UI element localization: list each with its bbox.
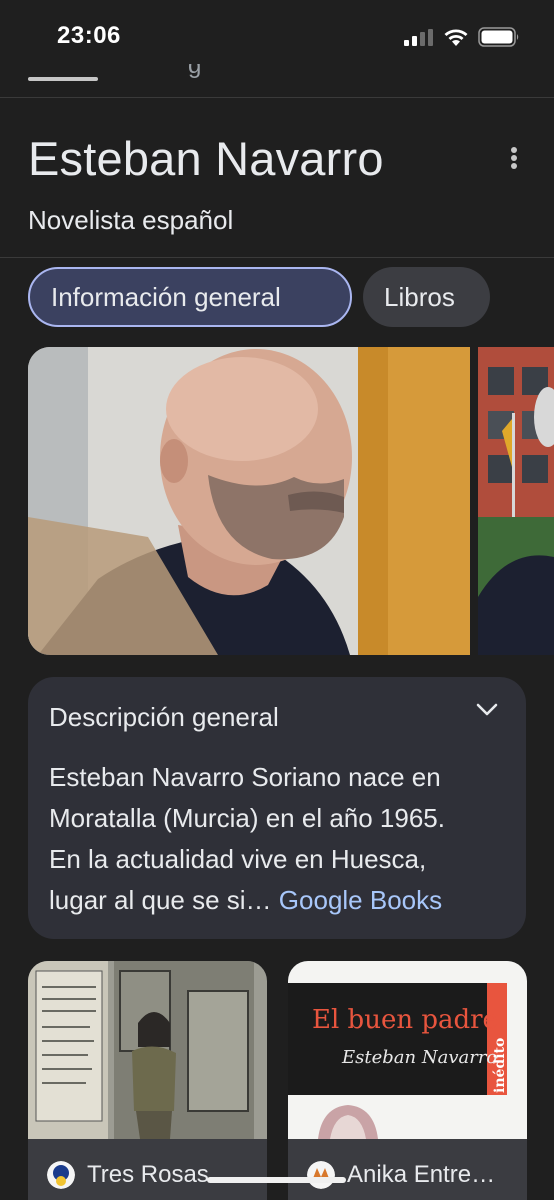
battery-icon — [478, 27, 519, 47]
tab-partial[interactable]: g — [188, 64, 201, 80]
signal-icon — [404, 29, 433, 46]
entity-subtitle: Novelista español — [28, 205, 234, 235]
source-avatar-icon — [47, 1161, 75, 1189]
cover-author: Esteban Navarro — [342, 1047, 498, 1068]
book-cover — [28, 961, 267, 1139]
description-line: Moratalla (Murcia) en el año 1965. — [49, 803, 445, 833]
wifi-icon — [444, 29, 468, 46]
book-card[interactable]: El buen padre Esteban Navarro inédito An… — [288, 961, 527, 1200]
tab-active-indicator — [28, 77, 98, 81]
cover-art — [318, 1105, 378, 1139]
carousel-photo-2[interactable] — [478, 347, 554, 655]
cover-title: El buen padre — [312, 1005, 498, 1035]
description-card[interactable]: Descripción general Esteban Navarro Sori… — [28, 677, 526, 939]
more-vert-icon[interactable] — [500, 140, 528, 176]
book-footer: Tres Rosas — [28, 1139, 267, 1200]
book-label: Tres Rosas — [87, 1161, 209, 1188]
book-footer: Anika Entre… — [288, 1139, 527, 1200]
cover-band — [288, 983, 498, 1095]
divider — [0, 97, 554, 98]
description-line: En la actualidad vive en Huesca, — [49, 844, 427, 874]
description-last-line: lugar al que se si… Google Books — [49, 880, 519, 921]
author-photo[interactable] — [28, 347, 470, 655]
cover-badge: inédito — [492, 1037, 508, 1093]
source-link-google-books[interactable]: Google Books — [279, 885, 442, 915]
source-avatar-icon — [307, 1161, 335, 1189]
status-time: 23:06 — [57, 22, 121, 49]
chip-informacion-general[interactable]: Información general — [28, 267, 352, 327]
status-bar: 23:06 — [0, 0, 554, 64]
description-line: lugar al que se si… — [49, 885, 272, 915]
entity-title: Esteban Navarro — [28, 132, 384, 185]
chip-libros[interactable]: Libros — [363, 267, 490, 327]
description-text: Esteban Navarro Soriano nace en Moratall… — [49, 757, 519, 921]
home-indicator[interactable] — [207, 1177, 346, 1183]
book-label: Anika Entre… — [347, 1161, 496, 1188]
tab-strip: g — [0, 64, 554, 97]
description-line: Esteban Navarro Soriano nace en — [49, 762, 441, 792]
divider — [0, 257, 554, 258]
book-card[interactable]: Tres Rosas — [28, 961, 267, 1200]
description-title: Descripción general — [49, 702, 279, 732]
book-cover: El buen padre Esteban Navarro inédito — [288, 961, 527, 1139]
chevron-down-icon[interactable] — [476, 702, 498, 718]
